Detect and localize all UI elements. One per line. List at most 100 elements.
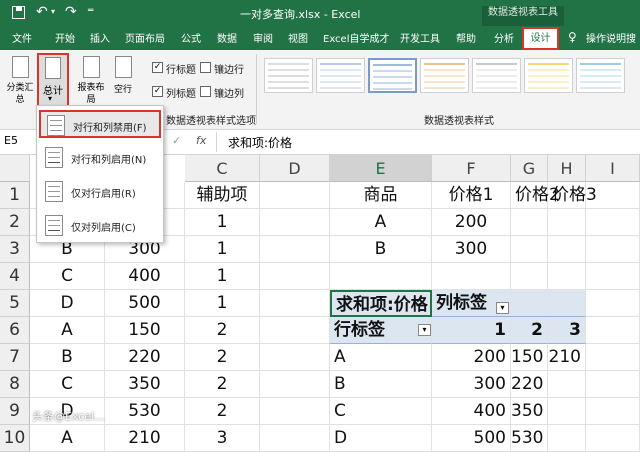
grid-cell[interactable] bbox=[260, 209, 330, 236]
pivot-style-thumb-7[interactable] bbox=[576, 58, 625, 93]
pivot-row-key[interactable]: D bbox=[330, 425, 432, 452]
column-labels-filter-button[interactable]: ▾ bbox=[496, 302, 509, 314]
column-header-f[interactable]: F bbox=[432, 155, 511, 182]
column-headers-checkbox[interactable]: ✓ bbox=[152, 86, 163, 97]
pivot-value[interactable]: 210 bbox=[548, 344, 586, 371]
tab-view[interactable]: 视图 bbox=[288, 30, 308, 45]
row-labels-filter-button[interactable]: ▾ bbox=[418, 324, 431, 336]
fx-icon[interactable]: fx bbox=[196, 134, 206, 147]
column-header-h[interactable]: H bbox=[548, 155, 586, 182]
cell-helper-value[interactable]: 1 bbox=[185, 209, 260, 236]
grid-cell[interactable] bbox=[260, 425, 330, 452]
blank-rows-button[interactable]: 空行 bbox=[110, 54, 136, 104]
grid-cell[interactable] bbox=[260, 371, 330, 398]
grid-cell[interactable] bbox=[586, 317, 640, 344]
pivot-column-key[interactable]: 3 bbox=[548, 317, 586, 344]
cell-helper-value[interactable]: 1 bbox=[185, 263, 260, 290]
row-header[interactable]: 10 bbox=[0, 425, 30, 452]
grid-cell[interactable] bbox=[260, 317, 330, 344]
row-headers-checkbox[interactable]: ✓ bbox=[152, 62, 163, 73]
cell-item-name[interactable]: C bbox=[30, 263, 105, 290]
row-header[interactable]: 6 bbox=[0, 317, 30, 344]
row-header[interactable]: 3 bbox=[0, 236, 30, 263]
menu-item-on-columns-only[interactable]: 仅对列启用(C) bbox=[39, 212, 161, 240]
name-box[interactable]: E5 bbox=[4, 134, 34, 147]
menu-item-on-rows-only[interactable]: 仅对行启用(R) bbox=[39, 178, 161, 206]
tab-excel-self-learning[interactable]: Excel自学成才 bbox=[323, 30, 390, 45]
pivot-row-key[interactable]: A bbox=[330, 344, 432, 371]
pivot-row-key[interactable]: B bbox=[330, 371, 432, 398]
cell-item-name[interactable]: C bbox=[30, 371, 105, 398]
pivot-style-thumb-5[interactable] bbox=[472, 58, 521, 93]
tab-page-layout[interactable]: 页面布局 bbox=[125, 30, 165, 45]
row-header[interactable]: 1 bbox=[0, 182, 30, 209]
pivot-style-thumb-6[interactable] bbox=[524, 58, 573, 93]
grid-cell[interactable] bbox=[432, 263, 511, 290]
grid-cell[interactable] bbox=[586, 425, 640, 452]
tab-developer[interactable]: 开发工具 bbox=[400, 30, 440, 45]
grid-cell[interactable] bbox=[511, 209, 548, 236]
tab-design[interactable]: 设计 bbox=[522, 27, 559, 50]
pivot-value[interactable]: 530 bbox=[511, 425, 548, 452]
pivot-value[interactable]: 150 bbox=[511, 344, 548, 371]
pivot-value[interactable]: 350 bbox=[511, 398, 548, 425]
cell-item-name[interactable]: B bbox=[30, 344, 105, 371]
cell-price[interactable]: 530 bbox=[105, 398, 185, 425]
cell-helper-value[interactable]: 2 bbox=[185, 371, 260, 398]
grid-cell[interactable] bbox=[586, 371, 640, 398]
cell-price[interactable]: 400 bbox=[105, 263, 185, 290]
cell-helper-value[interactable]: 2 bbox=[185, 398, 260, 425]
cell-helper-value[interactable]: 1 bbox=[185, 236, 260, 263]
cell-price1-header[interactable]: 价格1 bbox=[432, 182, 511, 209]
redo-icon[interactable]: ↷ bbox=[65, 4, 77, 20]
tab-review[interactable]: 审阅 bbox=[253, 30, 273, 45]
row-header[interactable]: 8 bbox=[0, 371, 30, 398]
pivot-column-key[interactable]: 2 bbox=[511, 317, 548, 344]
cell-helper-header[interactable]: 辅助项 bbox=[185, 182, 260, 209]
grid-cell[interactable] bbox=[548, 236, 586, 263]
grid-cell[interactable] bbox=[586, 263, 640, 290]
menu-item-on-rows-columns[interactable]: 对行和列启用(N) bbox=[39, 144, 161, 172]
pivot-value[interactable]: 220 bbox=[511, 371, 548, 398]
pivot-row-key[interactable]: C bbox=[330, 398, 432, 425]
banded-columns-checkbox[interactable] bbox=[200, 86, 211, 97]
menu-item-off-rows-columns[interactable]: 对行和列禁用(F) bbox=[39, 110, 161, 138]
cell-helper-value[interactable]: 3 bbox=[185, 425, 260, 452]
column-header-e[interactable]: E bbox=[330, 155, 432, 182]
cell-product[interactable]: A bbox=[330, 209, 432, 236]
cell-price1[interactable]: 300 bbox=[432, 236, 511, 263]
cell-price[interactable]: 150 bbox=[105, 317, 185, 344]
cell-product[interactable]: B bbox=[330, 236, 432, 263]
pivot-style-thumb-2[interactable] bbox=[316, 58, 365, 93]
subtotals-button[interactable]: 分类汇总 bbox=[4, 54, 36, 105]
cell-item-name[interactable]: D bbox=[30, 290, 105, 317]
row-header[interactable]: 2 bbox=[0, 209, 30, 236]
pivot-row-labels[interactable]: 行标签 bbox=[330, 317, 432, 344]
column-header-g[interactable]: G bbox=[511, 155, 548, 182]
grid-cell[interactable] bbox=[260, 263, 330, 290]
cell-product-header[interactable]: 商品 bbox=[330, 182, 432, 209]
cell-item-name[interactable]: A bbox=[30, 317, 105, 344]
grid-cell[interactable] bbox=[586, 236, 640, 263]
pivot-value[interactable]: 400 bbox=[432, 398, 511, 425]
pivot-style-thumb-4[interactable] bbox=[420, 58, 469, 93]
grid-cell[interactable] bbox=[260, 182, 330, 209]
pivot-style-thumb-1[interactable] bbox=[264, 58, 313, 93]
save-icon[interactable] bbox=[12, 6, 25, 19]
tab-home[interactable]: 开始 bbox=[55, 30, 75, 45]
grid-cell[interactable] bbox=[586, 290, 640, 317]
cell-helper-value[interactable]: 1 bbox=[185, 290, 260, 317]
cell-price1[interactable]: 200 bbox=[432, 209, 511, 236]
pivot-column-labels[interactable]: 列标签 bbox=[432, 290, 586, 317]
undo-icon[interactable]: ↶ bbox=[36, 4, 48, 20]
grid-cell[interactable] bbox=[586, 209, 640, 236]
pivot-value[interactable] bbox=[548, 371, 586, 398]
cell-price[interactable]: 350 bbox=[105, 371, 185, 398]
grid-cell[interactable] bbox=[260, 398, 330, 425]
undo-dropdown-icon[interactable]: ▾ bbox=[51, 7, 55, 16]
tab-file[interactable]: 文件 bbox=[12, 30, 32, 45]
formula-input[interactable]: 求和项:价格 bbox=[228, 134, 292, 151]
tell-me-search[interactable]: 操作说明搜 bbox=[586, 30, 636, 45]
cell-item-name[interactable]: A bbox=[30, 425, 105, 452]
row-header[interactable]: 4 bbox=[0, 263, 30, 290]
